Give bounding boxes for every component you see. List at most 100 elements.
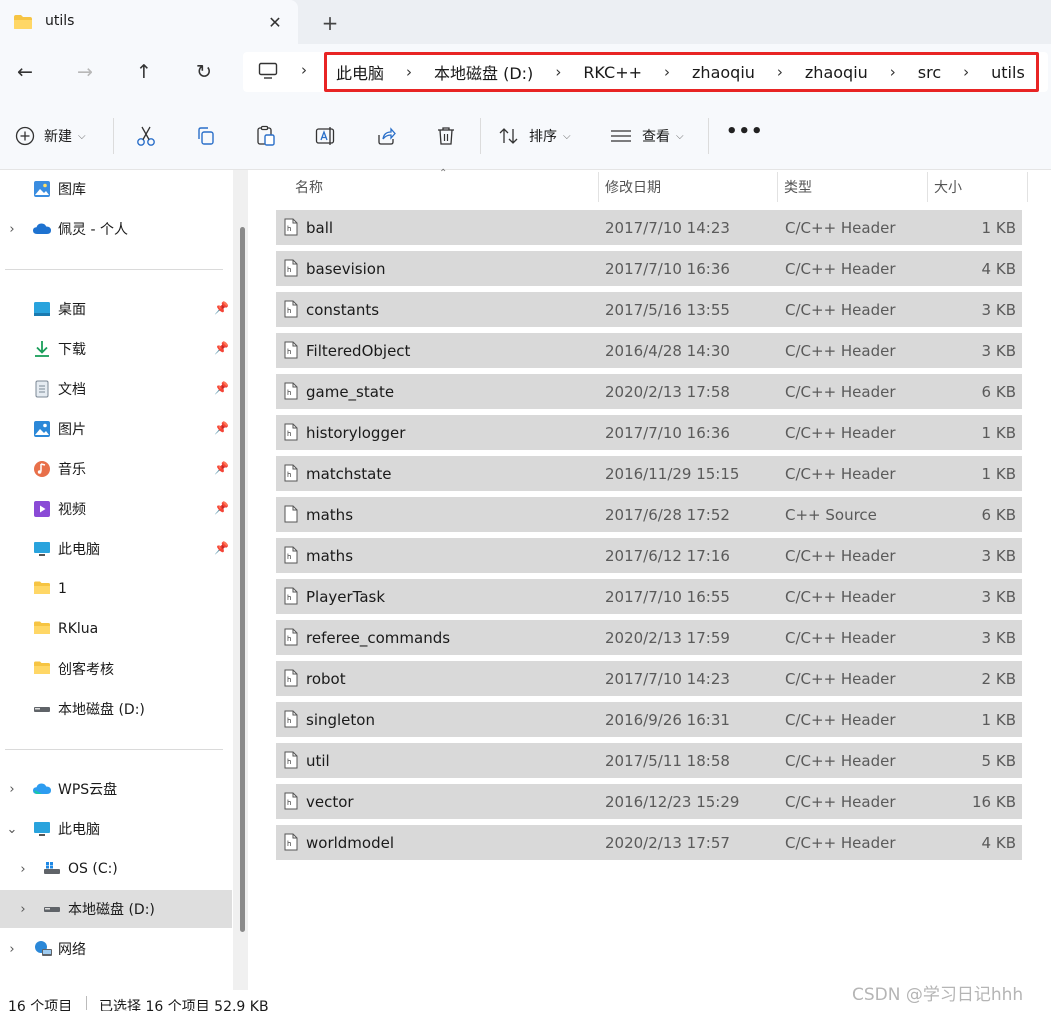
column-divider[interactable] xyxy=(1027,172,1028,202)
back-arrow-icon[interactable]: ← xyxy=(9,56,41,88)
breadcrumb-item[interactable]: zhaoqiu xyxy=(805,63,868,82)
file-row[interactable]: h basevision 2017/7/10 16:36 C/C++ Header 4 … xyxy=(276,251,1022,286)
chevron-right-icon[interactable]: › xyxy=(16,862,30,877)
chevron-right-icon[interactable]: › xyxy=(5,222,19,237)
svg-text:h: h xyxy=(287,758,291,766)
column-header-size[interactable]: 大小 xyxy=(934,170,962,204)
copy-icon[interactable] xyxy=(192,122,220,150)
breadcrumb-separator-icon[interactable]: › xyxy=(301,61,307,79)
sidebar-item-label: 创客考核 xyxy=(58,662,114,678)
pin-icon[interactable]: 📌 xyxy=(214,301,229,315)
sidebar-item-drive-c[interactable]: › OS (C:) xyxy=(0,850,232,888)
sidebar-item-documents[interactable]: 文档 📌 xyxy=(0,370,232,408)
sidebar-item-this-pc[interactable]: ⌄ 此电脑 xyxy=(0,810,232,848)
file-row[interactable]: h FilteredObject 2016/4/28 14:30 C/C++ Head… xyxy=(276,333,1022,368)
forward-arrow-icon[interactable]: → xyxy=(69,56,101,88)
paste-icon[interactable] xyxy=(252,122,280,150)
sidebar-item-drive-d[interactable]: › 本地磁盘 (D:) xyxy=(0,890,232,928)
new-tab-button[interactable]: + xyxy=(316,9,344,37)
file-row[interactable]: h robot 2017/7/10 14:23 C/C++ Header 2 KB xyxy=(276,661,1022,696)
chevron-right-icon[interactable]: › xyxy=(5,782,19,797)
pin-icon[interactable]: 📌 xyxy=(214,501,229,515)
plus-circle-icon xyxy=(15,126,35,146)
sidebar-item-desktop[interactable]: 桌面 📌 xyxy=(0,290,232,328)
toolbar-divider xyxy=(708,118,709,154)
sort-button[interactable]: 排序 ⌵ xyxy=(498,122,571,150)
sidebar-scrollbar-thumb[interactable] xyxy=(240,227,245,932)
sidebar-item-downloads[interactable]: 下载 📌 xyxy=(0,330,232,368)
refresh-icon[interactable]: ↻ xyxy=(188,56,220,88)
file-row[interactable]: h game_state 2020/2/13 17:58 C/C++ Header 6 … xyxy=(276,374,1022,409)
sidebar-item-videos[interactable]: 视频 📌 xyxy=(0,490,232,528)
file-row[interactable]: h vector 2016/12/23 15:29 C/C++ Header 16 KB xyxy=(276,784,1022,819)
breadcrumb-separator-icon[interactable]: › xyxy=(642,63,692,81)
breadcrumb-item[interactable]: zhaoqiu xyxy=(692,63,755,82)
column-header-date[interactable]: 修改日期 xyxy=(605,170,661,204)
column-divider[interactable] xyxy=(777,172,778,202)
share-icon[interactable] xyxy=(372,122,400,150)
cut-icon[interactable] xyxy=(132,122,160,150)
file-type: C/C++ Header xyxy=(785,669,896,688)
pin-icon[interactable]: 📌 xyxy=(214,461,229,475)
address-bar[interactable]: › 此电脑 › 本地磁盘 (D:) › RKC++ › zhaoqiu › zh… xyxy=(243,52,1048,92)
column-divider[interactable] xyxy=(598,172,599,202)
file-row[interactable]: h worldmodel 2020/2/13 17:57 C/C++ Header 4 … xyxy=(276,825,1022,860)
sidebar-item-gallery[interactable]: 图库 xyxy=(0,170,232,208)
file-name: maths xyxy=(306,505,354,524)
file-row[interactable]: h matchstate 2016/11/29 15:15 C/C++ Header 1… xyxy=(276,456,1022,491)
sidebar-item-pictures[interactable]: 图片 📌 xyxy=(0,410,232,448)
sidebar-item-folder-1[interactable]: 1 xyxy=(0,570,232,608)
header-file-icon: h xyxy=(284,628,298,650)
more-options-icon[interactable]: ••• xyxy=(726,121,764,142)
breadcrumb-separator-icon[interactable]: › xyxy=(384,63,434,81)
sidebar-item-drive-d-pinned[interactable]: 本地磁盘 (D:) xyxy=(0,690,232,728)
breadcrumb-item[interactable]: utils xyxy=(991,63,1025,82)
sidebar-item-onedrive[interactable]: › 佩灵 - 个人 xyxy=(0,210,232,248)
chevron-right-icon[interactable]: › xyxy=(5,942,19,957)
chevron-down-icon[interactable]: ⌄ xyxy=(5,822,19,837)
file-row[interactable]: h ball 2017/7/10 14:23 C/C++ Header 1 KB xyxy=(276,210,1022,245)
tab-utils[interactable]: utils ✕ xyxy=(0,0,298,44)
file-row[interactable]: h singleton 2016/9/26 16:31 C/C++ Header 1 K… xyxy=(276,702,1022,737)
breadcrumb-separator-icon[interactable]: › xyxy=(941,63,991,81)
breadcrumb-item[interactable]: RKC++ xyxy=(583,63,642,82)
column-header-type[interactable]: 类型 xyxy=(784,170,812,204)
rename-icon[interactable] xyxy=(312,122,340,150)
new-button[interactable]: 新建 ⌵ xyxy=(15,122,86,150)
file-row[interactable]: h historylogger 2017/7/10 16:36 C/C++ Heade… xyxy=(276,415,1022,450)
pin-icon[interactable]: 📌 xyxy=(214,381,229,395)
view-button[interactable]: 查看 ⌵ xyxy=(610,122,684,150)
breadcrumb-item[interactable]: src xyxy=(918,63,941,82)
pin-icon[interactable]: 📌 xyxy=(214,421,229,435)
sidebar-item-this-pc-pinned[interactable]: 此电脑 📌 xyxy=(0,530,232,568)
close-icon[interactable]: ✕ xyxy=(262,9,288,35)
sidebar-divider xyxy=(5,269,223,270)
column-header-name[interactable]: 名称 xyxy=(295,170,323,204)
file-row[interactable]: maths 2017/6/28 17:52 C++ Source 6 KB xyxy=(276,497,1022,532)
computer-icon[interactable] xyxy=(258,62,278,84)
file-size: 5 KB xyxy=(981,751,1016,770)
file-row[interactable]: h maths 2017/6/12 17:16 C/C++ Header 3 KB xyxy=(276,538,1022,573)
file-row[interactable]: h referee_commands 2020/2/13 17:59 C/C++ He… xyxy=(276,620,1022,655)
file-row[interactable]: h PlayerTask 2017/7/10 16:55 C/C++ Header 3 … xyxy=(276,579,1022,614)
up-arrow-icon[interactable]: ↑ xyxy=(128,56,160,88)
sidebar-item-chuangke[interactable]: 创客考核 xyxy=(0,650,232,688)
delete-icon[interactable] xyxy=(432,122,460,150)
breadcrumb-separator-icon[interactable]: › xyxy=(533,63,583,81)
pin-icon[interactable]: 📌 xyxy=(214,341,229,355)
file-row[interactable]: h constants 2017/5/16 13:55 C/C++ Header 3 K… xyxy=(276,292,1022,327)
column-divider[interactable] xyxy=(927,172,928,202)
breadcrumb-item[interactable]: 此电脑 xyxy=(336,60,384,84)
breadcrumb-item[interactable]: 本地磁盘 (D:) xyxy=(434,60,533,84)
file-name: matchstate xyxy=(306,464,392,483)
pin-icon[interactable]: 📌 xyxy=(214,541,229,555)
breadcrumb-separator-icon[interactable]: › xyxy=(868,63,918,81)
svg-text:h: h xyxy=(287,471,291,479)
sidebar-item-network[interactable]: › 网络 xyxy=(0,930,232,968)
breadcrumb-separator-icon[interactable]: › xyxy=(755,63,805,81)
sidebar-item-music[interactable]: 音乐 📌 xyxy=(0,450,232,488)
sidebar-item-rklua[interactable]: RKlua xyxy=(0,610,232,648)
sidebar-item-wps-cloud[interactable]: › WPS云盘 xyxy=(0,770,232,808)
file-row[interactable]: h util 2017/5/11 18:58 C/C++ Header 5 KB xyxy=(276,743,1022,778)
chevron-right-icon[interactable]: › xyxy=(16,902,30,917)
